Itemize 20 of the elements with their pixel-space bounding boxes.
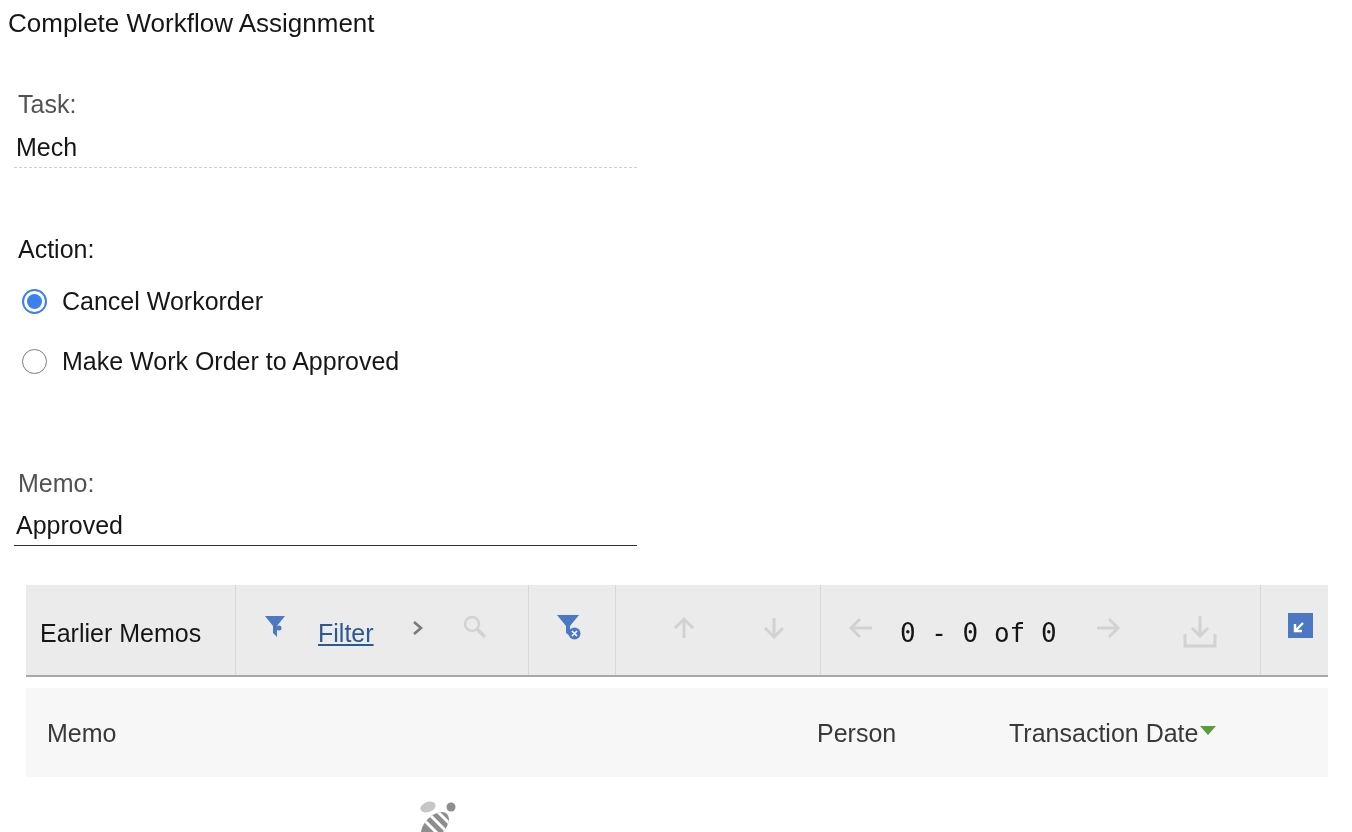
clear-filter-icon[interactable] bbox=[556, 614, 582, 640]
pagination-text: 0 - 0 of 0 bbox=[900, 618, 1057, 648]
column-header[interactable]: Transaction Date bbox=[1009, 717, 1217, 748]
column-header[interactable]: Memo bbox=[47, 717, 117, 748]
chevron-right-icon[interactable] bbox=[411, 620, 423, 636]
collapse-icon[interactable] bbox=[1288, 612, 1313, 638]
sort-down-icon[interactable] bbox=[1200, 726, 1217, 735]
memo-field[interactable]: Approved bbox=[14, 510, 637, 546]
memo-label: Memo: bbox=[18, 469, 95, 497]
radio-button[interactable] bbox=[22, 288, 47, 314]
radio-label: Cancel Workorder bbox=[62, 286, 263, 316]
filter-icon[interactable] bbox=[264, 615, 286, 639]
table-title: Earlier Memos bbox=[40, 618, 202, 648]
radio-label: Make Work Order to Approved bbox=[62, 346, 400, 376]
task-field[interactable]: Mech bbox=[14, 132, 637, 168]
column-header[interactable]: Person bbox=[817, 717, 897, 748]
task-label: Task: bbox=[18, 90, 77, 118]
action-label: Action: bbox=[18, 235, 95, 263]
filter-link[interactable]: Filter bbox=[318, 618, 374, 648]
page-title: Complete Workflow Assignment bbox=[8, 8, 375, 38]
